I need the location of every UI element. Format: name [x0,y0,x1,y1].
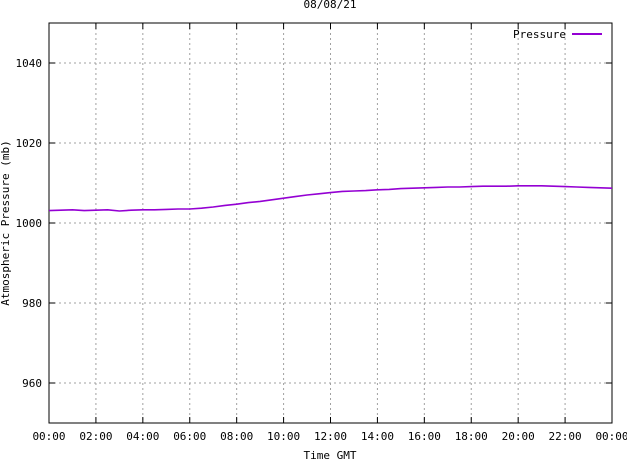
x-tick-label: 18:00 [455,430,488,443]
y-tick-label: 1020 [16,137,43,150]
x-tick-label: 22:00 [549,430,582,443]
x-tick-label: 12:00 [314,430,347,443]
x-tick-label: 08:00 [220,430,253,443]
y-axis-label: Atmospheric Pressure (mb) [0,140,12,306]
x-axis-label: Time GMT [304,449,357,459]
chart-title: 08/08/21 [304,0,357,11]
x-tick-label: 10:00 [267,430,300,443]
legend: Pressure [513,28,602,41]
x-tick-label: 14:00 [361,430,394,443]
x-tick-label: 16:00 [408,430,441,443]
y-tick-label: 980 [22,297,42,310]
x-tick-label: 02:00 [79,430,112,443]
y-tick-label: 960 [22,377,42,390]
pressure-chart: 00:00 02:00 04:00 06:00 08:00 10:00 12:00 14:00… [0,0,627,459]
legend-label-pressure: Pressure [513,28,566,41]
x-tick-label: 00:00 [32,430,65,443]
y-tick-label: 1000 [16,217,43,230]
y-tick-label: 1040 [16,57,43,70]
x-tick-label: 04:00 [126,430,159,443]
x-tick-label: 00:00 [595,430,627,443]
x-tick-label: 06:00 [173,430,206,443]
grid-lines [49,23,612,423]
x-tick-label: 20:00 [502,430,535,443]
x-axis-ticks: 00:00 02:00 04:00 06:00 08:00 10:00 12:00 14:00… [32,23,627,443]
